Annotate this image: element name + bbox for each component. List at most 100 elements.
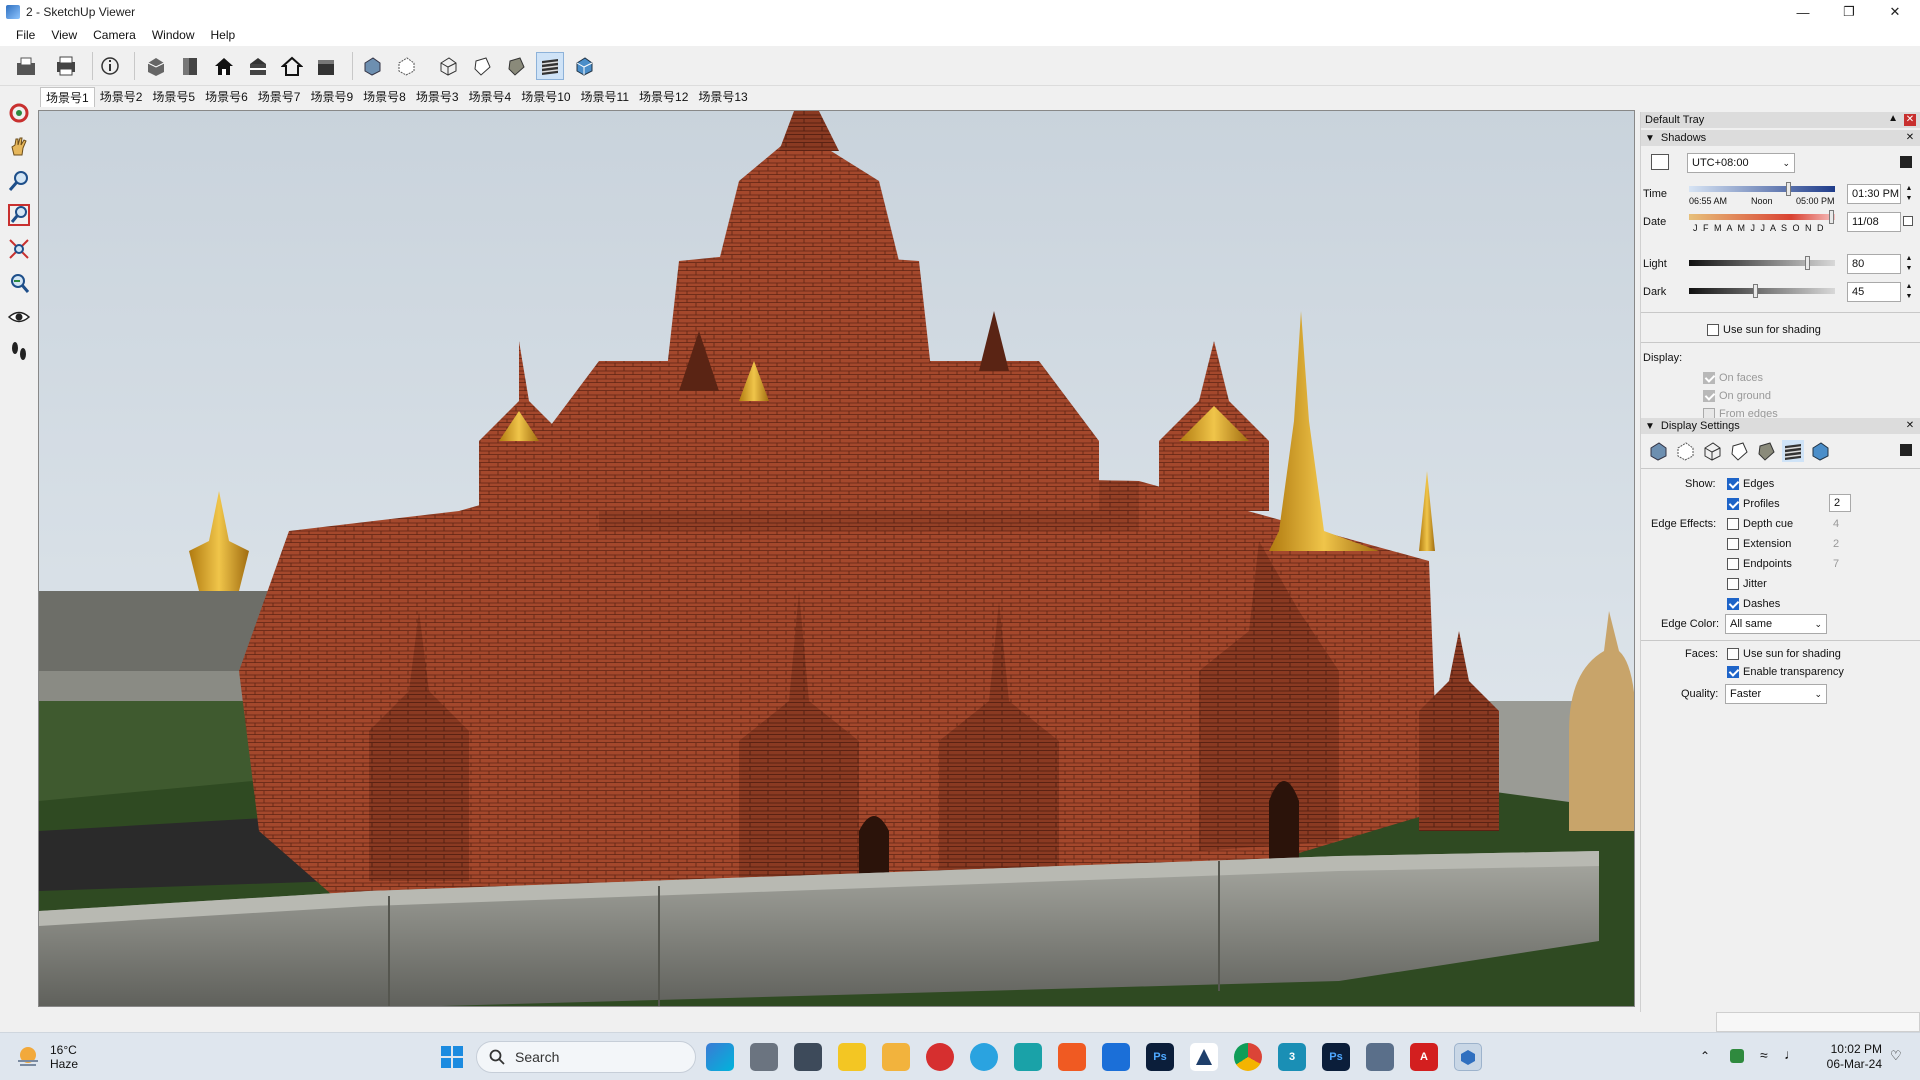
notifications-icon[interactable]: ♡ <box>1890 1048 1902 1064</box>
open-file-icon[interactable] <box>12 52 40 80</box>
edge-color-select[interactable]: All same ⌄ <box>1725 614 1827 634</box>
telegram-icon[interactable] <box>970 1043 998 1071</box>
details-toggle-icon[interactable] <box>1900 444 1912 456</box>
timezone-select[interactable]: UTC+08:00 ⌄ <box>1687 153 1795 173</box>
zoom-previous-icon[interactable] <box>6 270 32 296</box>
scene-tab-11[interactable]: 场景号11 <box>576 87 634 107</box>
scene-tab-7[interactable]: 场景号7 <box>253 87 306 107</box>
tray-app-icon[interactable] <box>1730 1049 1744 1063</box>
scene-tab-4[interactable]: 场景号4 <box>464 87 517 107</box>
dark-slider-thumb[interactable] <box>1753 284 1758 298</box>
scene-tab-5[interactable]: 场景号5 <box>147 87 200 107</box>
back-view-icon[interactable] <box>278 52 306 80</box>
details-toggle-icon[interactable] <box>1900 156 1912 168</box>
autodesk-icon[interactable] <box>1190 1043 1218 1071</box>
dark-spinner[interactable]: ▲ ▼ <box>1903 282 1915 302</box>
wifi-icon[interactable]: ≈ <box>1760 1047 1768 1063</box>
calculator-icon[interactable] <box>794 1043 822 1071</box>
endpoints-checkbox[interactable] <box>1727 558 1739 570</box>
photoshop-icon[interactable]: Ps <box>1146 1043 1174 1071</box>
jitter-checkbox[interactable] <box>1727 578 1739 590</box>
scene-tab-6[interactable]: 场景号6 <box>200 87 253 107</box>
shaded-icon[interactable] <box>1755 440 1777 462</box>
back-edges-icon[interactable] <box>392 52 420 80</box>
depth-cue-checkbox[interactable] <box>1727 518 1739 530</box>
display-settings-section-header[interactable]: ▼ Display Settings ✕ <box>1641 418 1920 434</box>
light-spinner[interactable]: ▲ ▼ <box>1903 254 1915 274</box>
image-viewer-icon[interactable] <box>1366 1043 1394 1071</box>
app-icon[interactable] <box>1014 1043 1042 1071</box>
pin-icon[interactable]: ▲ <box>1888 113 1898 124</box>
close-shadows-icon[interactable]: ✕ <box>1904 132 1916 144</box>
acrobat-icon[interactable]: A <box>1410 1043 1438 1071</box>
light-slider-thumb[interactable] <box>1805 256 1810 270</box>
menu-view[interactable]: View <box>43 28 85 42</box>
dashes-checkbox[interactable] <box>1727 598 1739 610</box>
profiles-checkbox[interactable] <box>1727 498 1739 510</box>
menu-file[interactable]: File <box>8 28 43 42</box>
task-view-icon[interactable] <box>750 1043 778 1071</box>
scene-tab-12[interactable]: 场景号12 <box>634 87 693 107</box>
use-sun-shadows-checkbox[interactable] <box>1707 324 1719 336</box>
shaded-icon[interactable] <box>502 52 530 80</box>
print-icon[interactable] <box>52 52 80 80</box>
dark-slider[interactable] <box>1689 288 1835 294</box>
taskbar-search-box[interactable]: Search <box>476 1041 696 1073</box>
back-edges-icon[interactable] <box>1674 440 1696 462</box>
close-tray-icon[interactable]: ✕ <box>1904 114 1916 126</box>
scene-tab-2[interactable]: 场景号2 <box>95 87 148 107</box>
calendar-icon[interactable] <box>1903 216 1913 226</box>
zoom-icon[interactable] <box>6 168 32 194</box>
sketchup-viewer-icon[interactable] <box>1454 1043 1482 1071</box>
weather-widget[interactable]: 16°C Haze <box>14 1041 78 1073</box>
zoom-window-icon[interactable] <box>6 202 32 228</box>
copilot-icon[interactable] <box>706 1043 734 1071</box>
model-viewport[interactable] <box>38 110 1635 1007</box>
scene-tab-10[interactable]: 场景号10 <box>516 87 575 107</box>
sticky-notes-icon[interactable] <box>838 1043 866 1071</box>
on-faces-checkbox[interactable] <box>1703 372 1715 384</box>
folder-icon[interactable] <box>882 1043 910 1071</box>
time-slider-thumb[interactable] <box>1786 182 1792 196</box>
restore-icon[interactable]: ❐ <box>1826 0 1872 24</box>
wireframe-icon[interactable] <box>434 52 462 80</box>
close-icon[interactable]: ✕ <box>1872 0 1918 24</box>
extension-checkbox[interactable] <box>1727 538 1739 550</box>
left-view-icon[interactable] <box>312 52 340 80</box>
monochrome-icon[interactable] <box>570 52 598 80</box>
chrome-icon[interactable] <box>1234 1043 1262 1071</box>
xray-icon[interactable] <box>358 52 386 80</box>
show-hidden-icons-chevron[interactable]: ⌃ <box>1700 1049 1710 1063</box>
model-info-icon[interactable] <box>96 52 124 80</box>
enable-transparency-checkbox[interactable] <box>1727 666 1739 678</box>
top-view-icon[interactable] <box>176 52 204 80</box>
date-slider-thumb[interactable] <box>1829 210 1834 224</box>
look-around-icon[interactable] <box>6 304 32 330</box>
time-input[interactable]: 01:30 PM <box>1847 184 1901 204</box>
shadows-section-header[interactable]: ▼ Shadows ✕ <box>1641 130 1920 146</box>
time-slider[interactable] <box>1689 186 1835 192</box>
faces-use-sun-checkbox[interactable] <box>1727 648 1739 660</box>
photoshop-icon-2[interactable]: Ps <box>1322 1043 1350 1071</box>
right-view-icon[interactable] <box>244 52 272 80</box>
volume-icon[interactable]: ♩ <box>1784 1046 1798 1062</box>
date-input[interactable]: 11/08 <box>1847 212 1901 232</box>
quality-select[interactable]: Faster ⌄ <box>1725 684 1827 704</box>
on-ground-checkbox[interactable] <box>1703 390 1715 402</box>
menu-camera[interactable]: Camera <box>85 28 144 42</box>
hidden-line-icon[interactable] <box>468 52 496 80</box>
monochrome-icon[interactable] <box>1809 440 1831 462</box>
app-icon-2[interactable]: 3 <box>1278 1043 1306 1071</box>
toggle-shadows-icon[interactable] <box>1651 154 1669 170</box>
scene-tab-13[interactable]: 场景号13 <box>693 87 752 107</box>
dark-input[interactable]: 45 <box>1847 282 1901 302</box>
scene-tab-3[interactable]: 场景号3 <box>411 87 464 107</box>
front-view-icon[interactable] <box>210 52 238 80</box>
windows-start-icon[interactable] <box>438 1043 466 1071</box>
feedback-icon[interactable] <box>1102 1043 1130 1071</box>
scene-tab-1[interactable]: 场景号1 <box>40 87 95 107</box>
zoom-extents-icon[interactable] <box>6 236 32 262</box>
edges-checkbox[interactable] <box>1727 478 1739 490</box>
xray-icon[interactable] <box>1647 440 1669 462</box>
minimize-icon[interactable]: — <box>1780 0 1826 24</box>
